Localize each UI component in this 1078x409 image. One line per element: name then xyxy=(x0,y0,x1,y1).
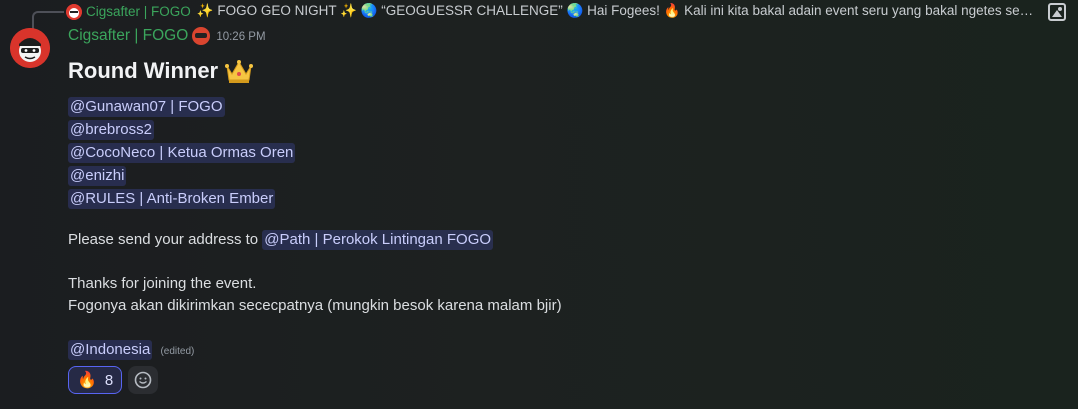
role-badge-icon xyxy=(192,27,211,45)
role-mention-line: @Indonesia (edited) xyxy=(68,339,194,363)
add-reaction-button[interactable] xyxy=(128,366,159,394)
author-name[interactable]: Cigsafter | FOGO xyxy=(68,27,188,45)
address-line: Please send your address to @Path | Pero… xyxy=(68,229,494,252)
message-header: Cigsafter | FOGO 10:26 PM xyxy=(68,27,266,45)
fire-icon: 🔥 xyxy=(77,372,97,389)
mention-winner-2[interactable]: @brebross2 xyxy=(68,120,154,140)
mention-winner-5[interactable]: @RULES | Anti-Broken Ember xyxy=(68,189,276,209)
mention-winner-1[interactable]: @Gunawan07 | FOGO xyxy=(68,97,225,117)
timestamp[interactable]: 10:26 PM xyxy=(216,31,265,43)
edited-label: (edited) xyxy=(160,346,195,357)
reply-author-name[interactable]: Cigsafter | FOGO xyxy=(86,4,191,19)
winner-list: @Gunawan07 | FOGO @brebross2 @CocoNeco |… xyxy=(68,96,296,211)
delivery-text: Fogonya akan dikirimkan sececpatnya (mun… xyxy=(68,297,562,314)
reaction-fire[interactable]: 🔥 8 xyxy=(68,366,123,394)
title-text: Round Winner xyxy=(68,58,219,83)
reaction-count: 8 xyxy=(104,371,114,389)
mention-indonesia[interactable]: @Indonesia xyxy=(68,340,153,360)
mention-winner-3[interactable]: @CocoNeco | Ketua Ormas Oren xyxy=(68,143,296,163)
thanks-block: Thanks for joining the event. Fogonya ak… xyxy=(68,273,562,317)
message-title: Round Winner xyxy=(68,56,254,86)
author-avatar[interactable] xyxy=(10,28,50,68)
mention-path[interactable]: @Path | Perokok Lintingan FOGO xyxy=(262,230,494,250)
crown-icon xyxy=(225,60,254,83)
reply-preview[interactable]: Cigsafter | FOGO ✨ FOGO GEO NIGHT ✨ 🌏 “G… xyxy=(86,3,1038,19)
thanks-text: Thanks for joining the event. xyxy=(68,275,257,292)
reactions-bar: 🔥 8 xyxy=(68,366,159,394)
reply-author-avatar[interactable] xyxy=(66,4,82,20)
mention-winner-4[interactable]: @enizhi xyxy=(68,166,127,186)
reply-text: ✨ FOGO GEO NIGHT ✨ 🌏 “GEOGUESSR CHALLENG… xyxy=(196,3,1038,18)
discord-message: { "reply": { "author": "Cigsafter | FOGO… xyxy=(0,0,1078,409)
address-prefix: Please send your address to xyxy=(68,231,259,248)
smiley-icon xyxy=(134,371,152,389)
reply-connector xyxy=(32,11,64,31)
image-icon xyxy=(1048,3,1066,21)
